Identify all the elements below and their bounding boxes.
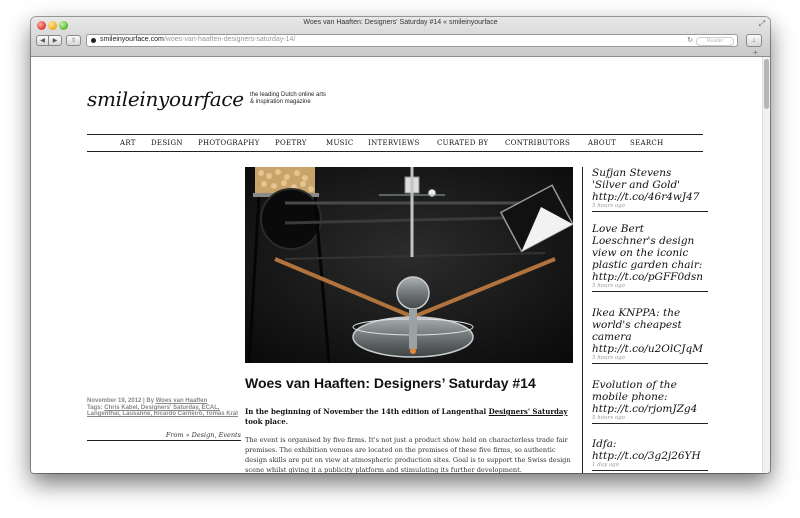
window-title: Woes van Haaften: Designers' Saturday #1… <box>303 19 498 26</box>
tweet-text[interactable]: Ikea KNPPA: the world's cheapest camera … <box>592 307 708 355</box>
tweet-item: Ikea KNPPA: the world's cheapest camera … <box>592 307 708 364</box>
fullscreen-icon[interactable]: ⤢ <box>759 19 765 29</box>
tags-label: Tags: <box>87 404 105 411</box>
tweet-time: 1 day ago <box>592 462 620 468</box>
sidebar-divider <box>582 167 583 473</box>
url-domain: smileinyourface.com <box>100 36 164 43</box>
lead-text-1: In the beginning of November the 14th ed… <box>245 407 489 416</box>
menu-item-art[interactable]: ART <box>120 139 136 147</box>
article-date: November 19, 2012 | By <box>87 398 156 404</box>
tweet-time: 5 hours ago <box>592 415 625 421</box>
tweet-item: Idfa: http://t.co/3g2j26YH 1 day ago <box>592 438 708 471</box>
kinetic-sculpture-illustration <box>245 167 573 363</box>
tweet-item: Evolution of the mobile phone: http://t.… <box>592 379 708 424</box>
lead-text-2: took place. <box>245 417 289 426</box>
tweet-text[interactable]: Sufjan Stevens 'Silver and Gold' http://… <box>592 167 708 203</box>
tweet-item: Sufjan Stevens 'Silver and Gold' http://… <box>592 167 708 212</box>
designers-saturday-link[interactable]: Designers' Saturday <box>489 407 568 416</box>
article-body: The event is organised by five firms. It… <box>245 436 571 473</box>
new-tab-icon[interactable]: + <box>753 48 758 57</box>
menu-item-interviews[interactable]: INTERVIEWS <box>368 139 420 147</box>
reload-icon[interactable]: ↻ <box>687 36 693 44</box>
menu-item-contributors[interactable]: CONTRIBUTORS <box>505 139 570 147</box>
url-path: /woes-van-haaften-designers-saturday-14/ <box>163 36 296 43</box>
tag-links[interactable]: Chris Kabel, Designers' Saturday, ECAL, … <box>87 405 238 418</box>
address-bar[interactable]: smileinyourface.com/woes-van-haaften-des… <box>86 34 738 47</box>
menu-item-design[interactable]: DESIGN <box>151 139 183 147</box>
author-link[interactable]: Woes van Haaften <box>156 398 208 404</box>
article-hero-image[interactable] <box>245 167 573 363</box>
tagline-line-1: the leading Dutch online arts <box>250 92 327 98</box>
article-title[interactable]: Woes van Haaften: Designers’ Saturday #1… <box>245 375 536 391</box>
downloads-button[interactable]: ↓ <box>746 34 762 47</box>
browser-toolbar: Woes van Haaften: Designers' Saturday #1… <box>31 17 770 57</box>
web-page: smileinyourface the leading Dutch online… <box>31 57 762 473</box>
back-button[interactable]: ◀ <box>36 35 49 46</box>
main-menu: ART DESIGN PHOTOGRAPHY POETRY MUSIC INTE… <box>87 134 703 152</box>
tweet-time: 5 hours ago <box>592 203 625 209</box>
vertical-scrollbar[interactable] <box>762 57 770 473</box>
tweet-text[interactable]: Evolution of the mobile phone: http://t.… <box>592 379 708 415</box>
forward-button[interactable]: ▶ <box>49 35 62 46</box>
article-meta: November 19, 2012 | By Woes van Haaften … <box>87 398 241 418</box>
menu-item-search[interactable]: SEARCH <box>630 139 664 147</box>
tweet-text[interactable]: Love Bert Loeschner's design view on the… <box>592 223 708 283</box>
menu-item-music[interactable]: MUSIC <box>326 139 353 147</box>
url-text[interactable]: smileinyourface.com/woes-van-haaften-des… <box>100 36 295 43</box>
share-button[interactable]: ⇧ <box>66 35 81 46</box>
category-links[interactable]: From » Design, Events <box>87 431 241 439</box>
browser-window: Woes van Haaften: Designers' Saturday #1… <box>31 17 770 473</box>
article-lead: In the beginning of November the 14th ed… <box>245 407 573 427</box>
tweet-text[interactable]: Idfa: http://t.co/3g2j26YH <box>592 438 708 462</box>
tweet-time: 5 hours ago <box>592 283 625 289</box>
menu-item-curated-by[interactable]: CURATED BY <box>437 139 488 147</box>
tagline-line-2: & inspiration magazine <box>250 99 311 105</box>
menu-item-photography[interactable]: PHOTOGRAPHY <box>198 139 260 147</box>
site-tagline: the leading Dutch online arts & inspirat… <box>250 92 326 106</box>
menu-item-poetry[interactable]: POETRY <box>275 139 307 147</box>
menu-item-about[interactable]: ABOUT <box>588 139 616 147</box>
site-favicon-icon <box>91 38 96 43</box>
site-logo[interactable]: smileinyourface <box>87 87 244 111</box>
meta-divider <box>87 440 241 441</box>
tweet-time: 5 hours ago <box>592 355 625 361</box>
tweet-item: Love Bert Loeschner's design view on the… <box>592 223 708 292</box>
scrollbar-thumb[interactable] <box>764 59 769 109</box>
reader-button[interactable]: Reader <box>696 37 734 46</box>
